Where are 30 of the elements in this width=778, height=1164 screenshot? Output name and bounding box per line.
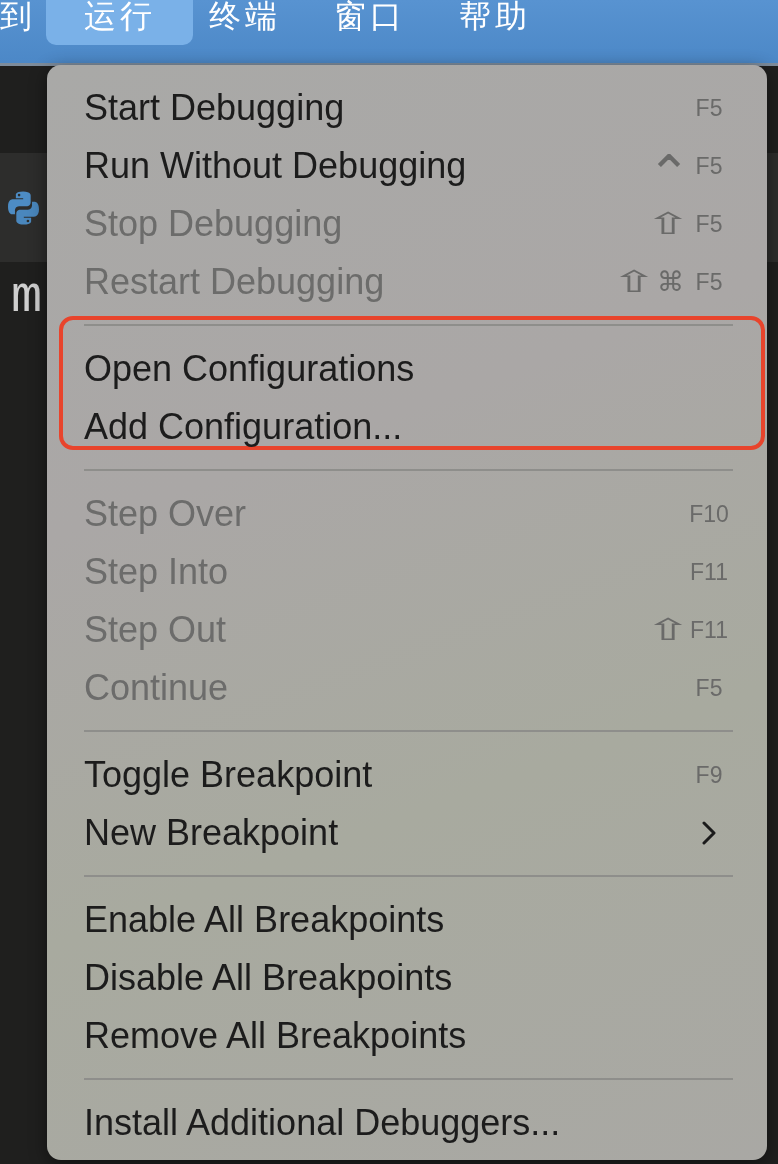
menu-item[interactable]: Install Additional Debuggers... [47, 1094, 767, 1152]
menu-item[interactable]: New Breakpoint [47, 804, 767, 862]
menu-item[interactable]: Disable All Breakpoints [47, 949, 767, 1007]
modifier-key: ⌘ [657, 267, 683, 297]
interlocked-snakes-icon [8, 190, 39, 225]
keyboard-shortcut: F5 [694, 94, 724, 123]
menu-item[interactable]: Start Debugging F5 [47, 79, 767, 137]
menu-item[interactable]: Add Configuration... [47, 398, 767, 456]
menu-bar-item[interactable]: 帮助 [443, 0, 568, 45]
keyboard-shortcut: F11 [689, 616, 729, 645]
keyboard-shortcut: F9 [694, 761, 724, 790]
menu-item[interactable]: Remove All Breakpoints [47, 1007, 767, 1065]
keyboard-shortcut: F5 [694, 268, 724, 297]
menu-item[interactable]: Toggle Breakpoint F9 [47, 746, 767, 804]
modifier-key: ⌃ [656, 151, 682, 169]
menu-bar-item[interactable]: 运行 [46, 0, 193, 45]
menu-bar-item[interactable]: 终端 [193, 0, 318, 45]
editor-text: m [11, 268, 43, 327]
keyboard-shortcut: F10 [688, 500, 730, 529]
keyboard-shortcut: F5 [694, 152, 724, 181]
menu-item[interactable]: Open Configurations [47, 340, 767, 398]
modifier-key: ⇧ [618, 267, 650, 297]
modifier-key: ⇧ [652, 615, 684, 645]
keyboard-shortcut: F5 [694, 674, 724, 703]
menu-item[interactable]: Enable All Breakpoints [47, 891, 767, 949]
modifier-key: ⇧ [652, 209, 684, 239]
keyboard-shortcut: F5 [694, 210, 724, 239]
menu-bar-item[interactable]: 到 [0, 0, 46, 45]
keyboard-shortcut: F11 [689, 558, 729, 587]
menu-bar-item[interactable]: 窗口 [318, 0, 443, 45]
